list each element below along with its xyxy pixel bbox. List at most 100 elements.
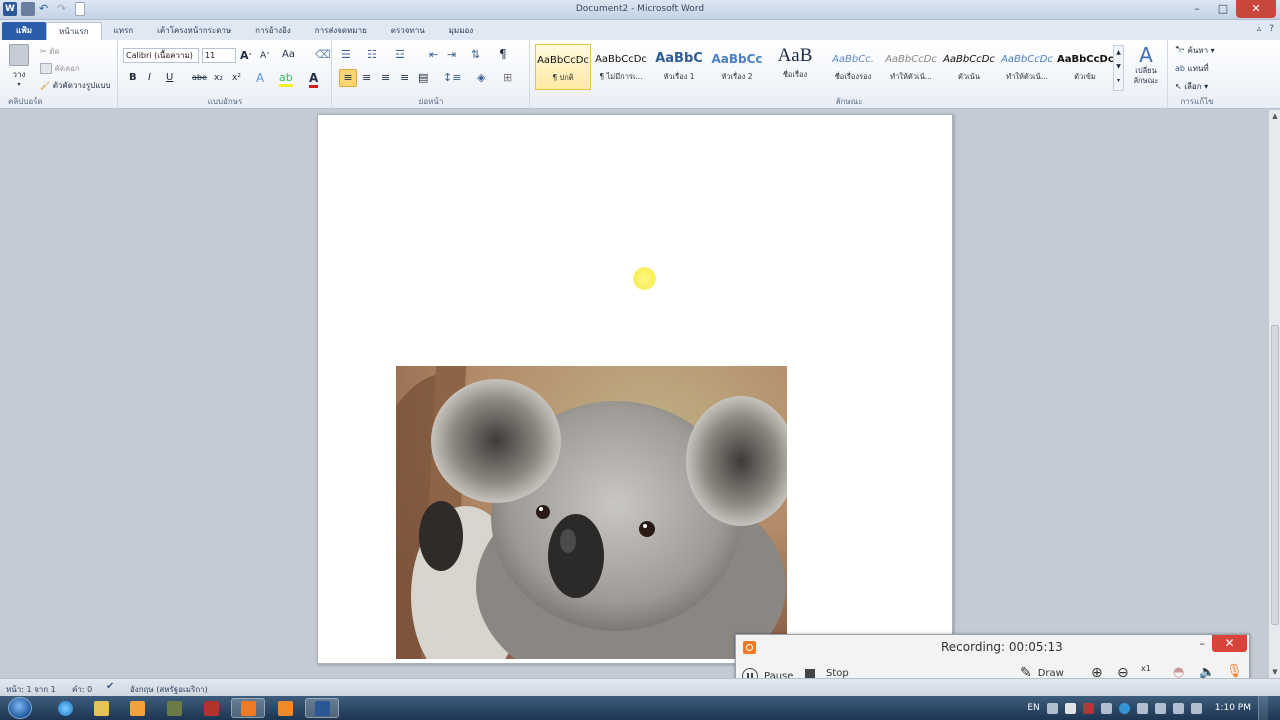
help-icon[interactable]: ? xyxy=(1269,24,1274,34)
styles-gallery: AaBbCcDc ¶ ปกติ AaBbCcDc ¶ ไม่มีการเ... … xyxy=(535,44,1125,90)
minimize-button[interactable]: – xyxy=(1184,0,1210,18)
bold-button[interactable]: B xyxy=(129,72,137,83)
line-spacing-icon[interactable]: ↕≡ xyxy=(443,71,461,84)
style-heading-2[interactable]: AaBbCc หัวเรื่อง 2 xyxy=(709,44,765,90)
font-family-select[interactable]: Calibri (เนื้อความ) xyxy=(123,48,199,63)
font-color-icon[interactable]: A xyxy=(309,71,319,88)
language-indicator[interactable]: อังกฤษ (สหรัฐอเมริกา) xyxy=(130,683,208,696)
tab-page-layout[interactable]: เค้าโครงหน้ากระดาษ xyxy=(145,22,243,40)
sort-icon[interactable]: ⇅ xyxy=(471,48,480,61)
tab-home[interactable]: หน้าแรก xyxy=(46,22,102,40)
network-icon[interactable] xyxy=(1172,702,1184,714)
recorder-logo-icon xyxy=(743,641,756,654)
flag-icon[interactable] xyxy=(1154,702,1166,714)
style-emphasis[interactable]: AaBbCcDc ตัวเน้น xyxy=(941,44,997,90)
increase-indent-icon[interactable]: ⇥ xyxy=(447,48,456,61)
vertical-scrollbar[interactable]: ▲ ▼ xyxy=(1268,110,1280,678)
recorder-close-button[interactable]: ✕ xyxy=(1212,635,1247,652)
change-styles-button[interactable]: A เปลี่ยน ลักษณะ xyxy=(1128,44,1164,86)
browser-tray-icon[interactable] xyxy=(1118,702,1130,714)
keyboard-icon[interactable] xyxy=(1046,702,1058,714)
distributed-icon[interactable]: ▤ xyxy=(418,71,428,84)
show-desktop-button[interactable] xyxy=(1258,696,1268,720)
koala-image[interactable] xyxy=(396,366,787,659)
multilevel-list-icon[interactable]: ☲ xyxy=(395,48,405,61)
font-size-select[interactable]: 11 xyxy=(202,48,236,63)
shading-icon[interactable]: ◈ xyxy=(477,71,485,84)
maximize-button[interactable]: □ xyxy=(1210,0,1236,18)
taskbar-recorder-2[interactable] xyxy=(268,698,302,718)
style-subtitle[interactable]: AaBbCc. ชื่อเรื่องรอง xyxy=(825,44,881,90)
align-left-button[interactable]: ≡ xyxy=(339,69,357,87)
style-name: ¶ ปกติ xyxy=(552,73,574,82)
decrease-indent-icon[interactable]: ⇤ xyxy=(429,48,438,61)
minimize-ribbon-icon[interactable]: ▵ xyxy=(1257,24,1262,34)
taskbar-ie[interactable] xyxy=(48,698,82,718)
cloud-icon[interactable] xyxy=(1136,702,1148,714)
strikethrough-button[interactable]: abe xyxy=(192,73,207,82)
style-subtle-emphasis[interactable]: AaBbCcDc ทำให้ตัวเน้... xyxy=(883,44,939,90)
shrink-font-button[interactable]: A˅ xyxy=(260,51,270,61)
cut-button[interactable]: ✂ ตัด xyxy=(40,45,60,58)
superscript-button[interactable]: x² xyxy=(232,73,241,83)
bullets-icon[interactable]: ☰ xyxy=(341,48,351,61)
subscript-button[interactable]: x₂ xyxy=(214,73,223,83)
italic-button[interactable]: I xyxy=(148,72,151,83)
format-painter-button[interactable]: 🖌 ตัวคัดวางรูปแบบ xyxy=(40,79,111,92)
styles-scroll[interactable]: ▲ ▼ ▾ xyxy=(1113,45,1124,91)
change-case-button[interactable]: Aa xyxy=(282,49,295,60)
borders-icon[interactable]: ⊞ xyxy=(503,71,512,84)
taskbar-word[interactable] xyxy=(305,698,339,718)
recorder-minimize-button[interactable]: – xyxy=(1200,637,1206,650)
style-name: ตัวเข้ม xyxy=(1074,72,1096,81)
taskbar-media[interactable] xyxy=(120,698,154,718)
style-normal[interactable]: AaBbCcDc ¶ ปกติ xyxy=(535,44,591,90)
word-count[interactable]: คำ: 0 xyxy=(72,683,92,696)
style-intense-emphasis[interactable]: AaBbCcDc ทำให้ตัวเน้... xyxy=(999,44,1055,90)
antivirus-icon[interactable] xyxy=(1082,702,1094,714)
style-strong[interactable]: AaBbCcDc ตัวเข้ม xyxy=(1057,44,1113,90)
numbering-icon[interactable]: ☷ xyxy=(367,48,377,61)
tab-view[interactable]: มุมมอง xyxy=(437,22,486,40)
style-no-spacing[interactable]: AaBbCcDc ¶ ไม่มีการเ... xyxy=(593,44,649,90)
find-button[interactable]: 🔭 ค้นหา ▾ xyxy=(1175,44,1215,57)
taskbar-recorder[interactable] xyxy=(231,698,265,718)
replace-button[interactable]: ab แทนที่ xyxy=(1175,62,1209,75)
copy-button[interactable]: คัดลอก xyxy=(40,62,80,75)
taskbar-app-5[interactable] xyxy=(194,698,228,718)
taskbar-app-4[interactable] xyxy=(157,698,191,718)
proofing-icon[interactable]: ✔ xyxy=(106,681,114,692)
close-button[interactable]: ✕ xyxy=(1236,0,1276,18)
scroll-up-icon[interactable]: ▲ xyxy=(1269,110,1280,122)
style-title[interactable]: AaB ชื่อเรื่อง xyxy=(767,44,823,90)
align-right-icon[interactable]: ≡ xyxy=(381,71,390,84)
justify-icon[interactable]: ≡ xyxy=(400,71,409,84)
paste-button[interactable]: วาง ▾ xyxy=(6,44,32,88)
clear-format-icon[interactable]: ⌫ xyxy=(315,48,331,61)
underline-button[interactable]: U xyxy=(166,72,173,83)
language-bar[interactable]: EN xyxy=(1027,703,1039,713)
volume-icon[interactable] xyxy=(1190,702,1202,714)
taskbar-explorer[interactable] xyxy=(84,698,118,718)
grow-font-button[interactable]: A˄ xyxy=(240,49,252,62)
styles-group-label: ลักษณะ xyxy=(835,97,863,106)
start-button[interactable] xyxy=(8,697,32,719)
align-center-icon[interactable]: ≡ xyxy=(362,71,371,84)
tab-references[interactable]: การอ้างอิง xyxy=(243,22,303,40)
tab-insert[interactable]: แทรก xyxy=(102,22,146,40)
tab-mailings[interactable]: การส่งจดหมาย xyxy=(303,22,379,40)
scroll-thumb[interactable] xyxy=(1271,325,1279,625)
record-tray-icon[interactable] xyxy=(1064,702,1076,714)
tab-review[interactable]: ตรวจทาน xyxy=(379,22,437,40)
style-heading-1[interactable]: AaBbC หัวเรื่อง 1 xyxy=(651,44,707,90)
text-effects-icon[interactable]: A xyxy=(256,71,264,85)
select-button[interactable]: ↖ เลือก ▾ xyxy=(1175,80,1208,93)
page-count[interactable]: หน้า: 1 จาก 1 xyxy=(6,683,56,696)
microphone-toggle[interactable]: 🎙 xyxy=(1226,664,1243,679)
scroll-down-icon[interactable]: ▼ xyxy=(1269,666,1280,678)
tab-file[interactable]: แฟ้ม xyxy=(2,22,46,40)
highlight-icon[interactable]: ab xyxy=(279,71,293,87)
clock[interactable]: 1:10 PM xyxy=(1215,703,1251,713)
network-status-icon[interactable] xyxy=(1100,702,1112,714)
show-marks-button[interactable]: ¶ xyxy=(499,47,507,61)
